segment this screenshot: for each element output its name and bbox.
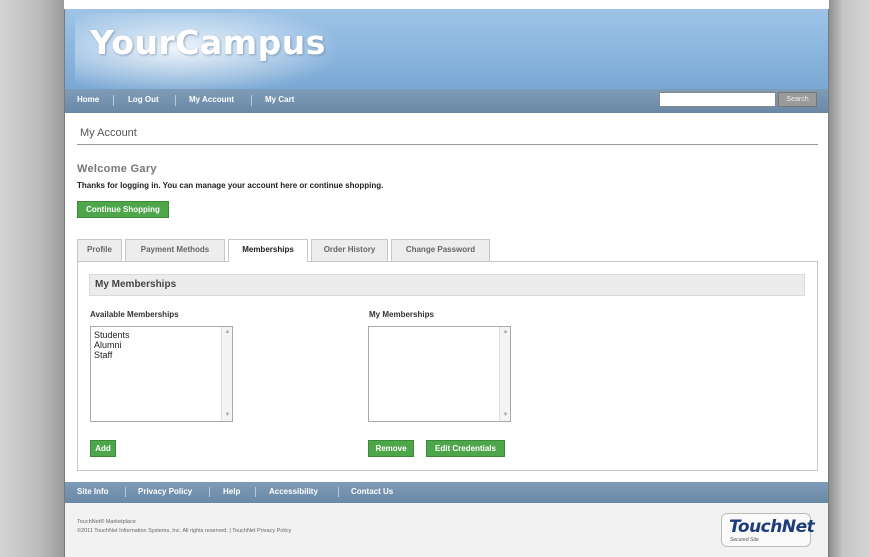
available-options: Students Alumni Staff	[91, 327, 232, 360]
nav-my-cart-link[interactable]: My Cart	[265, 95, 294, 104]
site-logo[interactable]: YourCampus	[90, 23, 326, 62]
footer-separator	[209, 487, 210, 497]
tab-memberships[interactable]: Memberships	[228, 239, 308, 262]
footer-accessibility-link[interactable]: Accessibility	[269, 487, 318, 496]
nav-home-link[interactable]: Home	[77, 95, 99, 104]
list-item[interactable]: Students	[91, 330, 232, 340]
search-input[interactable]	[659, 92, 776, 107]
secured-site-text: Secured Site	[730, 537, 759, 543]
scroll-up-icon[interactable]: ▲	[223, 328, 232, 337]
touchnet-logo[interactable]: TouchNet Secured Site	[721, 513, 815, 547]
background-right	[829, 0, 869, 557]
page-title: My Account	[80, 127, 137, 139]
header-banner: YourCampus	[65, 9, 828, 89]
marketplace-brand-text: TouchNet® Marketplace	[77, 519, 136, 525]
nav-separator	[113, 95, 114, 106]
scroll-down-icon[interactable]: ▼	[223, 411, 232, 420]
remove-button[interactable]: Remove	[368, 440, 414, 457]
footer-nav: Site Info Privacy Policy Help Accessibil…	[65, 482, 828, 503]
welcome-heading: Welcome Gary	[77, 163, 157, 175]
title-divider	[77, 144, 818, 145]
section-heading: My Memberships	[89, 274, 805, 296]
add-button[interactable]: Add	[90, 440, 116, 457]
scrollbar[interactable]: ▲ ▼	[499, 327, 510, 421]
my-memberships-list[interactable]: ▲ ▼	[368, 326, 511, 422]
continue-shopping-button[interactable]: Continue Shopping	[77, 201, 169, 218]
tab-order-history[interactable]: Order History	[311, 239, 388, 261]
edit-credentials-button[interactable]: Edit Credentials	[426, 440, 505, 457]
scroll-up-icon[interactable]: ▲	[501, 328, 510, 337]
page-container: YourCampus Home Log Out My Account My Ca…	[64, 9, 829, 557]
scrollbar[interactable]: ▲ ▼	[221, 327, 232, 421]
footer-separator	[255, 487, 256, 497]
footer-area: TouchNet® Marketplace ©2011 TouchNet Inf…	[65, 503, 828, 557]
nav-logout-link[interactable]: Log Out	[128, 95, 159, 104]
footer-contact-us-link[interactable]: Contact Us	[351, 487, 393, 496]
tab-change-password[interactable]: Change Password	[391, 239, 490, 261]
tab-payment-methods[interactable]: Payment Methods	[125, 239, 225, 261]
list-item[interactable]: Staff	[91, 350, 232, 360]
search-button[interactable]: Search	[778, 92, 817, 107]
intro-text: Thanks for logging in. You can manage yo…	[77, 181, 384, 190]
my-memberships-label: My Memberships	[369, 310, 434, 319]
footer-help-link[interactable]: Help	[223, 487, 240, 496]
nav-separator	[175, 95, 176, 106]
list-item[interactable]: Alumni	[91, 340, 232, 350]
tab-profile[interactable]: Profile	[77, 239, 122, 261]
available-memberships-list[interactable]: Students Alumni Staff ▲ ▼	[90, 326, 233, 422]
footer-privacy-policy-link[interactable]: Privacy Policy	[138, 487, 192, 496]
touchnet-logo-text: TouchNet	[729, 517, 815, 537]
footer-site-info-link[interactable]: Site Info	[77, 487, 109, 496]
scroll-down-icon[interactable]: ▼	[501, 411, 510, 420]
background-left	[0, 0, 64, 557]
nav-my-account-link[interactable]: My Account	[189, 95, 234, 104]
memberships-panel: My Memberships Available Memberships Stu…	[77, 261, 818, 471]
footer-separator	[338, 487, 339, 497]
copyright-text: ©2011 TouchNet Information Systems, Inc.…	[77, 528, 292, 534]
available-memberships-label: Available Memberships	[90, 310, 179, 319]
nav-separator	[251, 95, 252, 106]
footer-separator	[125, 487, 126, 497]
